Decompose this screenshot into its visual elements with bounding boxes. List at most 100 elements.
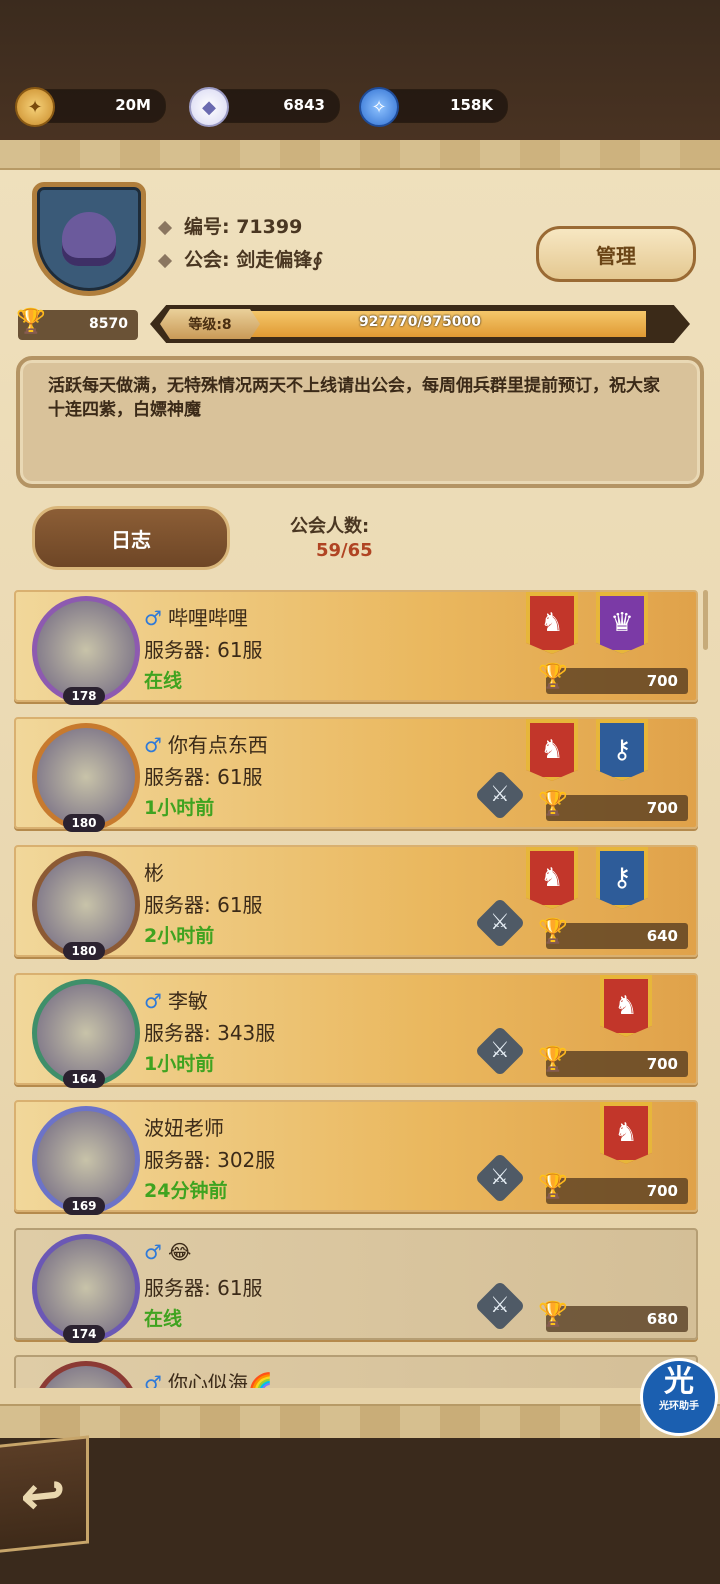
male-gender-icon: ♂ — [144, 606, 162, 630]
member-name-text: 李敏 — [167, 989, 208, 1013]
guild-id-text: 编号: 71399 — [184, 216, 303, 238]
gold-value: 20M — [115, 96, 151, 114]
member-name: 波妞老师 — [144, 1112, 224, 1141]
member-server: 服务器: 61服 — [144, 1276, 263, 1300]
diamond-icon: ◆ — [189, 87, 229, 127]
member-trophy-value: 700 — [646, 1055, 678, 1073]
essence-value: 158K — [450, 96, 493, 114]
member-status: 1小时前 — [144, 797, 215, 819]
crossed-swords-icon[interactable]: ⚔ — [474, 769, 526, 821]
member-name-text: 波妞老师 — [144, 1116, 224, 1140]
member-level-badge: 169 — [63, 1197, 105, 1215]
male-gender-icon: ♂ — [144, 989, 162, 1013]
member-count-label: 公会人数: — [290, 516, 370, 537]
red-banner-icon[interactable]: ♞ — [526, 847, 578, 909]
back-button[interactable]: ↩ — [0, 1435, 89, 1553]
bottom-bar — [0, 1438, 720, 1584]
red-banner-icon[interactable]: ♞ — [600, 975, 652, 1037]
manage-button[interactable]: 管理 — [536, 226, 696, 282]
member-avatar[interactable]: 178 — [32, 596, 140, 705]
member-avatar[interactable] — [32, 1361, 140, 1388]
guild-trophy-value: 8570 — [89, 316, 128, 332]
crossed-swords-icon[interactable]: ⚔ — [474, 1152, 526, 1204]
member-level-badge: 164 — [63, 1070, 105, 1088]
purple-banner-icon[interactable]: ♛ — [596, 592, 648, 654]
member-trophy-value: 680 — [646, 1310, 678, 1328]
member-row[interactable]: ♂ 你心似海🌈 — [14, 1355, 698, 1388]
member-name: ♂ 李敏 — [144, 985, 208, 1014]
member-row[interactable]: 164 ♂ 李敏服务器: 343服 1小时前 ♞ ⚔ 🏆 700 — [14, 973, 698, 1088]
member-list-scrollbar[interactable] — [703, 590, 708, 650]
member-name: ♂ 😂 — [144, 1240, 191, 1264]
member-trophy-box: 🏆 640 — [538, 917, 688, 949]
crossed-swords-icon[interactable]: ⚔ — [474, 1025, 526, 1077]
red-banner-icon[interactable]: ♞ — [526, 719, 578, 781]
male-gender-icon: ♂ — [144, 1240, 162, 1264]
member-trophy-box: 🏆 700 — [538, 1045, 688, 1077]
member-avatar[interactable]: 180 — [32, 851, 140, 960]
member-name-text: 你有点东西 — [167, 733, 268, 757]
member-name: ♂ 你有点东西 — [144, 729, 268, 758]
essence-counter[interactable]: ✧ 158K — [359, 87, 508, 127]
member-level-badge: 180 — [63, 942, 105, 960]
red-banner-icon[interactable]: ♞ — [526, 592, 578, 654]
member-avatar[interactable]: 164 — [32, 979, 140, 1088]
member-name: ♂ 哔哩哔哩 — [144, 602, 248, 631]
member-status: 24分钟前 — [144, 1180, 228, 1202]
member-level-badge: 174 — [63, 1325, 105, 1343]
blue-banner-icon[interactable]: ⚷ — [596, 719, 648, 781]
member-name: ♂ 你心似海🌈 — [144, 1367, 273, 1388]
member-row[interactable]: 180 彬服务器: 61服 2小时前 ♞ ⚷ ⚔ 🏆 640 — [14, 845, 698, 960]
member-status: 2小时前 — [144, 925, 215, 947]
member-row[interactable]: 180 ♂ 你有点东西 服务器: 61服 1小时前 ♞ ⚷ ⚔ 🏆 700 — [14, 717, 698, 832]
male-gender-icon: ♂ — [144, 1371, 162, 1388]
member-server: 服务器: 61服 — [144, 893, 263, 917]
level-tag: 等级:8 — [160, 309, 260, 339]
back-arrow-icon: ↩ — [20, 1460, 66, 1529]
member-status: 在线 — [144, 1308, 183, 1330]
member-list[interactable]: 178 ♂ 哔哩哔哩 服务器: 61服 在线 ♞ ♛ 🏆 700 180 ♂ 你有点东西 服务器: 61… — [0, 580, 720, 1388]
member-server: 服务器: 302服 — [144, 1148, 276, 1172]
trophy-icon: 🏆 — [538, 917, 568, 945]
guild-trophy-box: 🏆 8570 — [16, 307, 138, 340]
guild-notice-text: 活跃每天做满，无特殊情况两天不上线请出公会，每周佣兵群里提前预订，祝大家十连四紫… — [48, 376, 660, 420]
guild-name: 公会: 剑走偏锋∮ — [157, 245, 323, 272]
member-row[interactable]: 169 波妞老师 服务器: 302服 24分钟前 ♞ ⚔ 🏆 700 — [14, 1100, 698, 1215]
guild-emblem[interactable] — [32, 182, 146, 296]
member-row[interactable]: 178 ♂ 哔哩哔哩 服务器: 61服 在线 ♞ ♛ 🏆 700 — [14, 590, 698, 705]
member-count-value: 59/65 — [316, 540, 373, 561]
member-trophy-value: 700 — [646, 672, 678, 690]
trophy-icon: 🏆 — [538, 662, 568, 690]
trophy-icon: 🏆 — [16, 307, 46, 335]
guild-level-bar: 927770/975000 等级:8 — [150, 305, 690, 343]
member-name: 彬 — [144, 857, 164, 886]
diamond-bullet-icon — [157, 253, 173, 268]
member-status: 在线 — [144, 670, 183, 692]
member-server: 服务器: 343服 — [144, 1021, 276, 1045]
blue-banner-icon[interactable]: ⚷ — [596, 847, 648, 909]
panel-top-edge — [0, 140, 720, 170]
crossed-swords-icon[interactable]: ⚔ — [474, 897, 526, 949]
gold-counter[interactable]: ✦ 20M — [15, 87, 166, 127]
member-level-badge: 180 — [63, 814, 105, 832]
gold-coin-icon: ✦ — [15, 87, 55, 127]
helper-floating-button[interactable]: 光 光环助手 — [640, 1358, 718, 1436]
guild-notice: 活跃每天做满，无特殊情况两天不上线请出公会，每周佣兵群里提前预订，祝大家十连四紫… — [16, 356, 704, 488]
member-row[interactable]: 174 ♂ 😂 服务器: 61服 在线 ⚔ 🏆 680 — [14, 1228, 698, 1343]
trophy-icon: 🏆 — [538, 789, 568, 817]
red-banner-icon[interactable]: ♞ — [600, 1102, 652, 1164]
trophy-icon: 🏆 — [538, 1300, 568, 1328]
crossed-swords-icon[interactable]: ⚔ — [474, 1280, 526, 1332]
log-button[interactable]: 日志 — [32, 506, 230, 570]
diamond-value: 6843 — [283, 96, 325, 114]
member-name-text: 彬 — [144, 861, 164, 885]
helper-label: 光环助手 — [659, 1401, 699, 1412]
guild-name-text: 公会: 剑走偏锋∮ — [184, 249, 323, 271]
panel-bottom-edge — [0, 1404, 720, 1442]
member-avatar[interactable]: 180 — [32, 723, 140, 832]
member-status: 1小时前 — [144, 1053, 215, 1075]
member-avatar[interactable]: 174 — [32, 1234, 140, 1343]
diamond-counter[interactable]: ◆ 6843 — [189, 87, 340, 127]
diamond-bullet-icon — [157, 220, 173, 235]
member-avatar[interactable]: 169 — [32, 1106, 140, 1215]
